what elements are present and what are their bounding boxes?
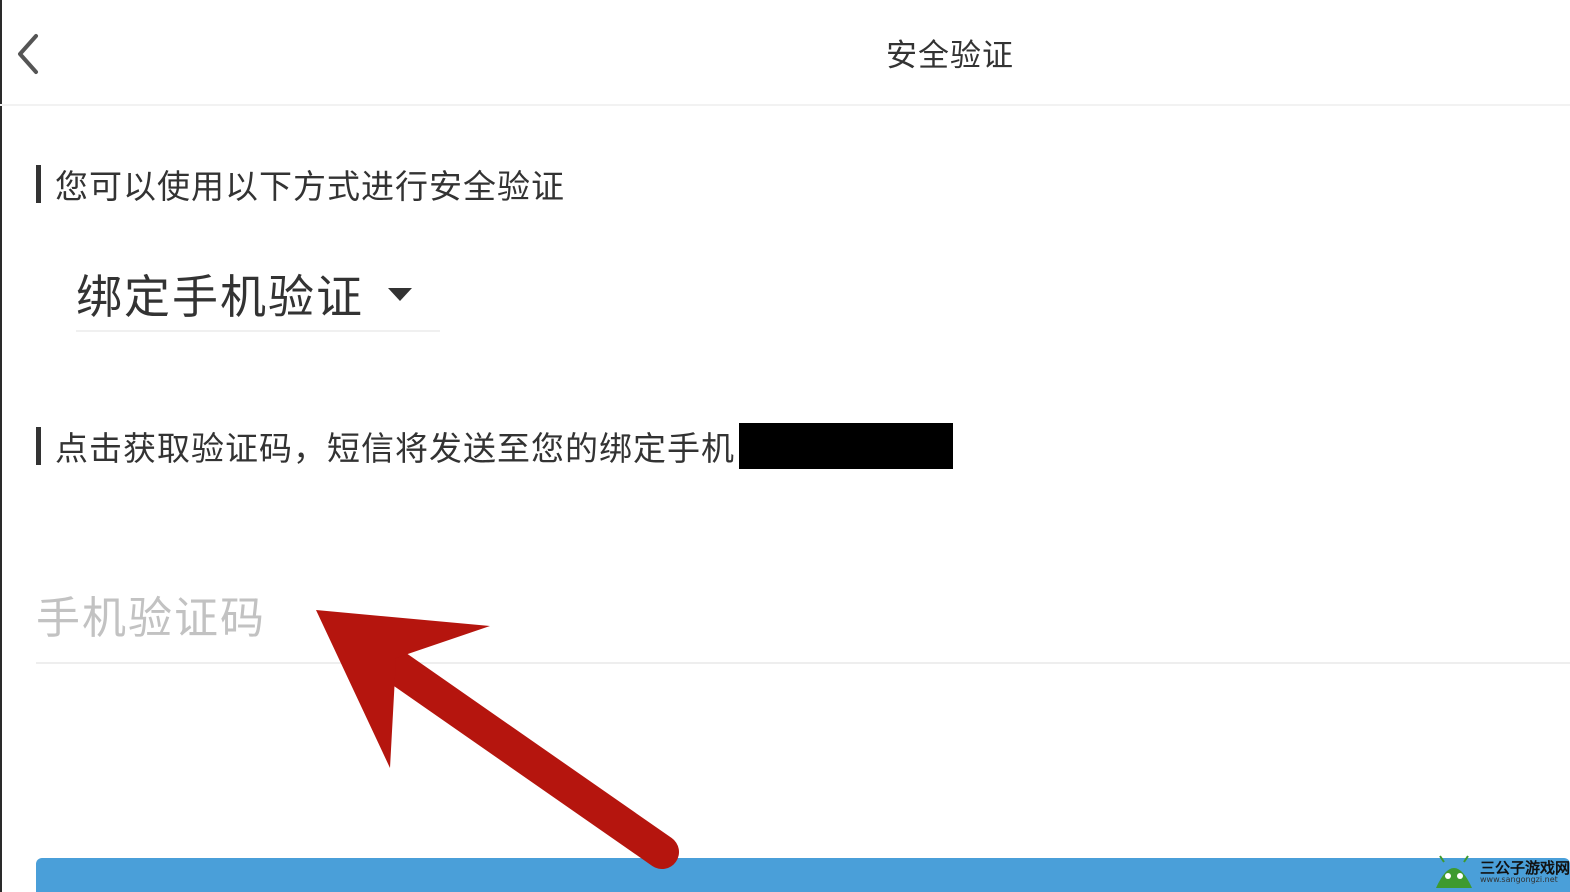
submit-button[interactable] [36,858,1570,892]
redacted-phone-number [739,423,953,469]
verify-method-dropdown[interactable]: 绑定手机验证 [76,258,440,332]
label-bar [36,165,41,203]
site-watermark: 三公子游戏网 www.sangongzi.net [1432,852,1570,892]
caret-down-icon [388,287,412,301]
chevron-left-icon [18,34,38,74]
page-title: 安全验证 [886,38,1014,74]
android-logo-icon [1435,855,1472,888]
header: 安全验证 [0,0,1570,106]
verify-method-selected: 绑定手机验证 [76,270,364,324]
sms-info-label: 点击获取验证码，短信将发送至您的绑定手机 [36,422,953,470]
left-border [0,0,2,892]
verify-methods-label: 您可以使用以下方式进行安全验证 [36,160,565,208]
verification-code-input[interactable] [36,578,1570,658]
label-bar [36,427,41,465]
sms-info-text: 点击获取验证码，短信将发送至您的绑定手机 [55,429,735,468]
watermark-title: 三公子游戏网 [1479,858,1570,877]
page: 安全验证 您可以使用以下方式进行安全验证 绑定手机验证 点击获取验证码，短信将发… [0,0,1570,892]
verification-code-field [36,578,1570,664]
back-button[interactable] [10,28,50,80]
verify-methods-label-text: 您可以使用以下方式进行安全验证 [55,167,565,206]
watermark-url: www.sangongzi.net [1479,874,1558,884]
